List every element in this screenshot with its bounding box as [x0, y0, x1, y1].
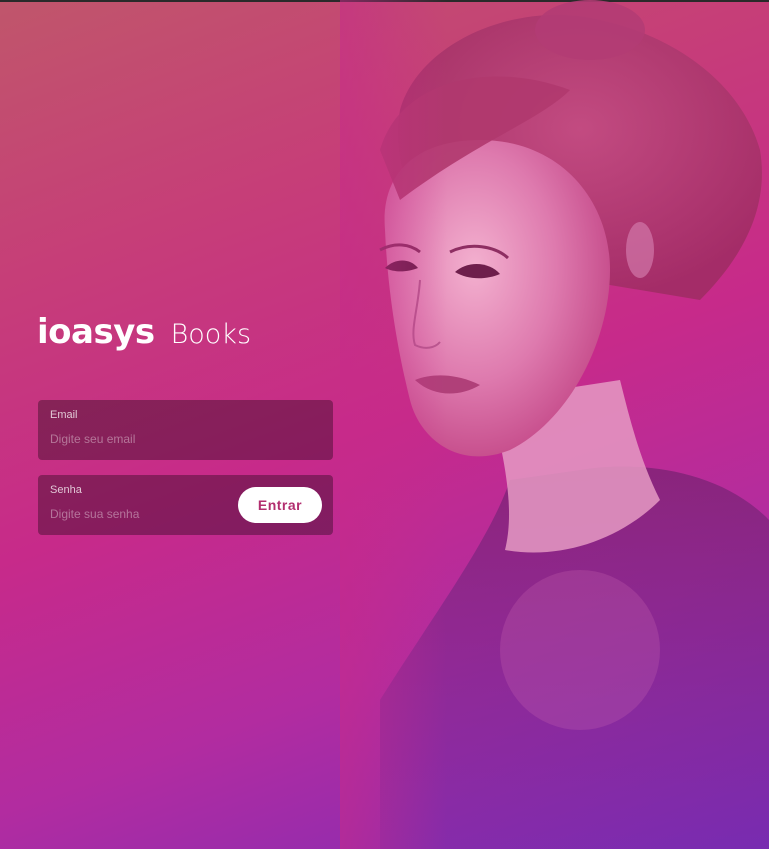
- ioasys-logo: ioasys: [37, 312, 155, 352]
- brand-header: ioasys Books: [37, 312, 251, 352]
- password-input[interactable]: [50, 507, 230, 521]
- login-page: ioasys Books Email Senha Entrar: [0, 0, 769, 849]
- password-field-container: Senha Entrar: [38, 475, 333, 535]
- password-label: Senha: [50, 484, 82, 496]
- product-title: Books: [170, 319, 252, 350]
- login-button[interactable]: Entrar: [238, 487, 322, 523]
- email-field-container: Email: [38, 400, 333, 460]
- email-label: Email: [50, 409, 78, 421]
- background-portrait-image: [340, 0, 769, 849]
- email-input[interactable]: [50, 432, 230, 446]
